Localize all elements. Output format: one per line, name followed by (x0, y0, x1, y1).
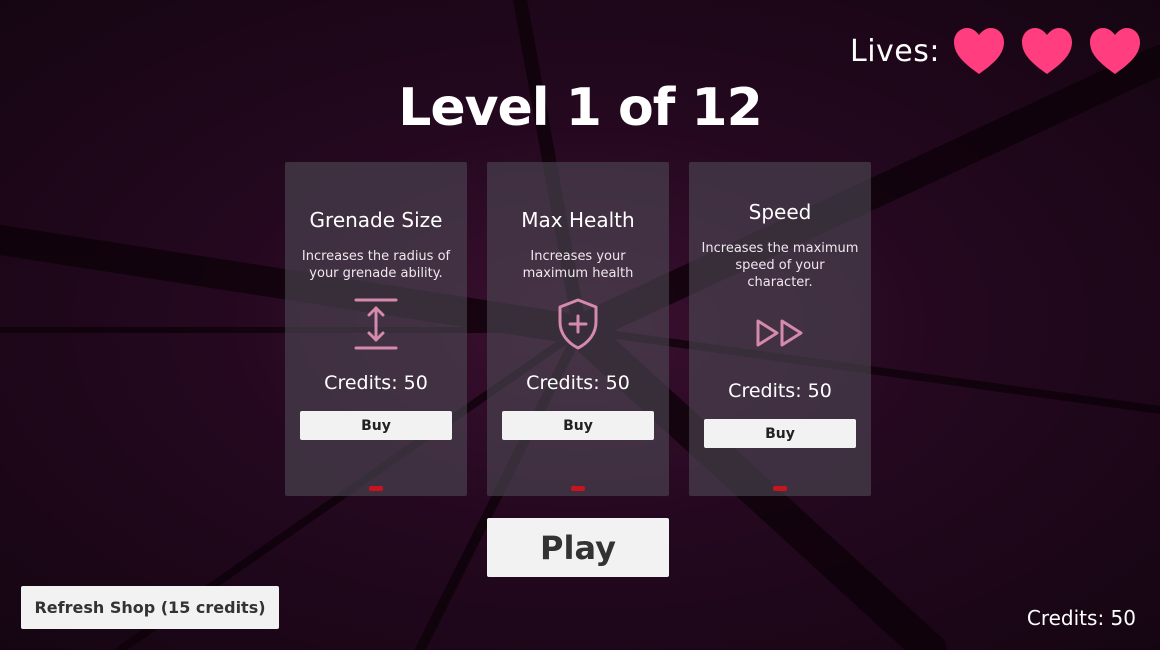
card-status-indicator (773, 486, 787, 491)
shop-card-grenade-size: Grenade Size Increases the radius of you… (285, 162, 467, 496)
card-title: Grenade Size (309, 208, 443, 232)
card-description: Increases the maximum speed of your char… (701, 241, 859, 290)
heart-icon (1022, 28, 1072, 74)
buy-max-health-button[interactable]: Buy (502, 411, 654, 440)
heart-icon (1090, 28, 1140, 74)
heart-icon (954, 28, 1004, 74)
resize-vertical-icon (354, 298, 398, 350)
card-status-indicator (369, 486, 383, 491)
level-title: Level 1 of 12 (398, 78, 763, 138)
card-status-indicator (571, 486, 585, 491)
lives-label: Lives: (850, 33, 940, 69)
buy-speed-button[interactable]: Buy (704, 419, 856, 448)
card-cost: Credits: 50 (324, 372, 428, 394)
card-title: Speed (748, 200, 812, 224)
card-description: Increases your maximum health (522, 249, 634, 281)
credits-total: Credits: 50 (1026, 606, 1136, 630)
play-button[interactable]: Play (487, 518, 669, 577)
refresh-shop-button[interactable]: Refresh Shop (15 credits) (21, 586, 279, 629)
card-title: Max Health (521, 208, 635, 232)
shield-plus-icon (558, 298, 598, 350)
fast-forward-icon (756, 319, 803, 347)
buy-grenade-size-button[interactable]: Buy (300, 411, 452, 440)
lives-display: Lives: (850, 26, 1142, 76)
card-description: Increases the radius of your grenade abi… (301, 249, 451, 281)
shop-card-speed: Speed Increases the maximum speed of you… (689, 162, 871, 496)
card-cost: Credits: 50 (728, 380, 832, 402)
card-cost: Credits: 50 (526, 372, 630, 394)
shop-card-max-health: Max Health Increases your maximum health… (487, 162, 669, 496)
